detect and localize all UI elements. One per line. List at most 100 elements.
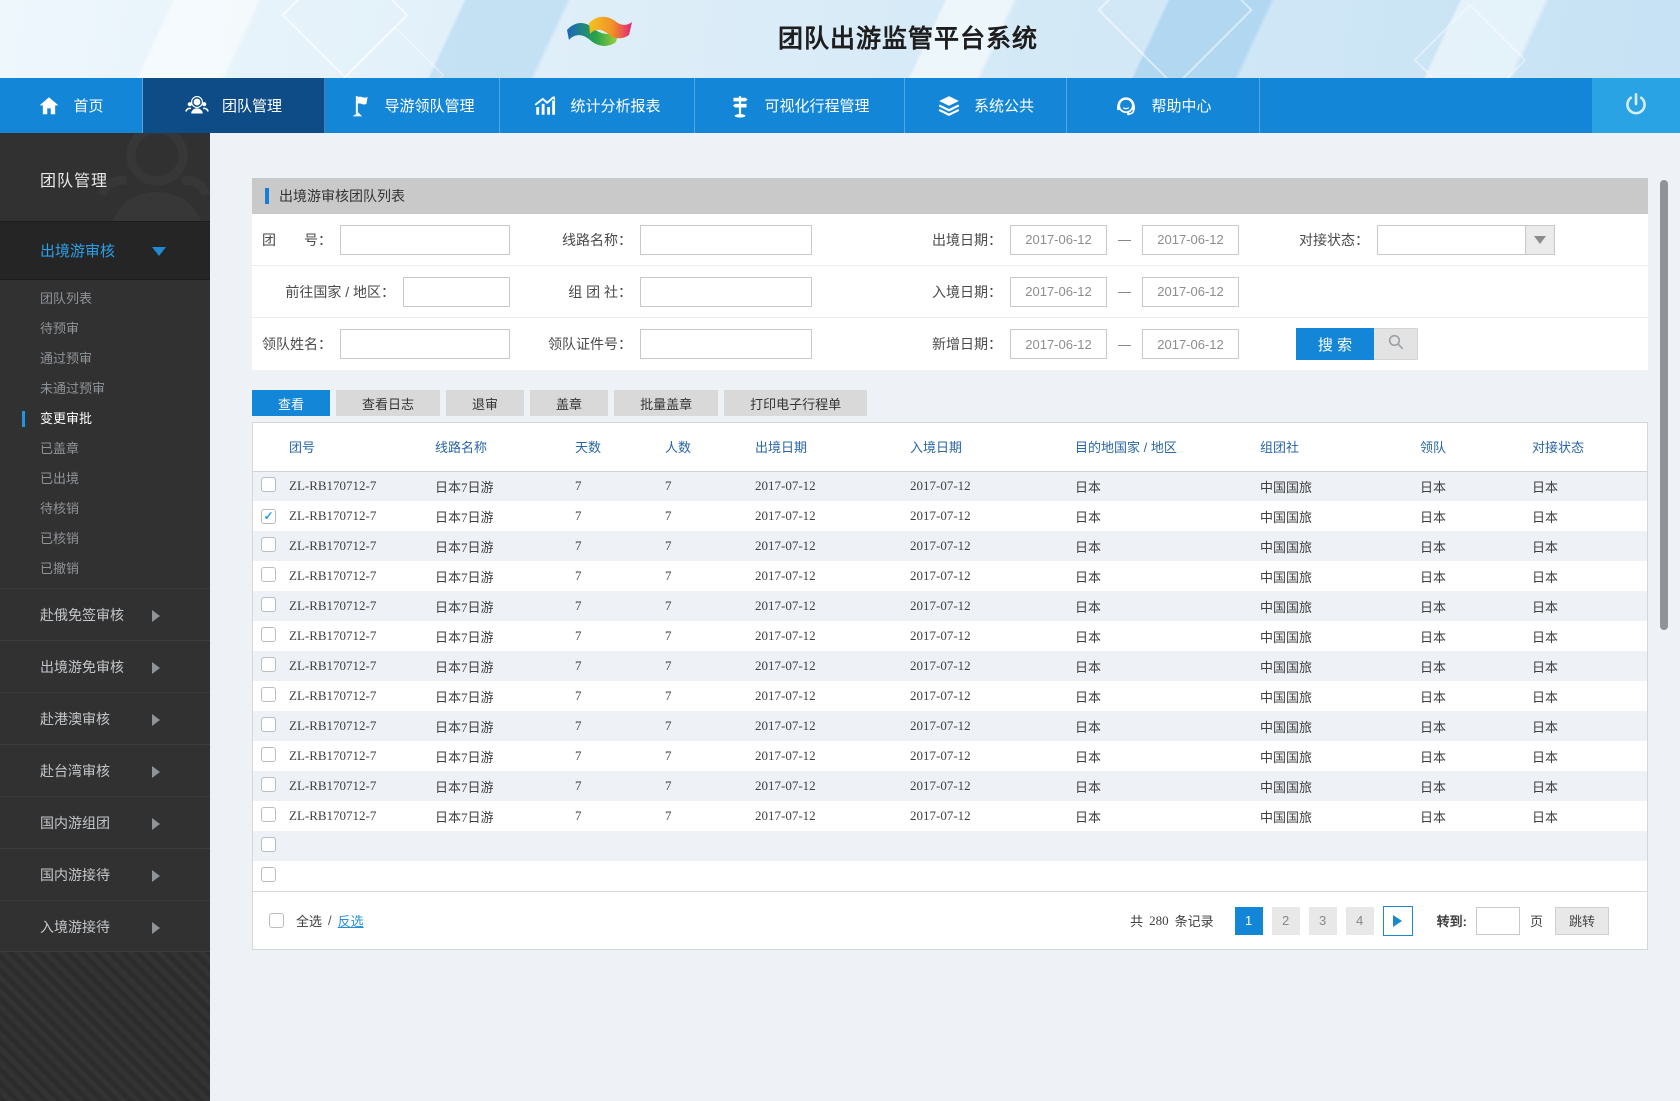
sidebar-group-2[interactable]: 赴港澳审核 (0, 692, 210, 744)
sidebar-subitem-4[interactable]: 变更审批 (0, 404, 210, 434)
row-checkbox[interactable] (261, 596, 276, 612)
chevron-down-icon (152, 247, 166, 256)
form-row: 领队姓名： 领队证件号： 新增日期： — 搜 索 (252, 318, 1648, 370)
added-date-to-input[interactable] (1142, 329, 1239, 359)
sidebar-subitem-5[interactable]: 已盖章 (0, 434, 210, 464)
search-icon-button[interactable] (1374, 328, 1418, 360)
dest-country-input[interactable] (403, 276, 510, 307)
row-checkbox[interactable] (261, 536, 276, 552)
sidebar-subitem-8[interactable]: 已核销 (0, 524, 210, 554)
nav-item-team[interactable]: 团队管理 (143, 78, 325, 133)
select-all-label[interactable]: 全选 (296, 911, 322, 930)
toolbar-button-1[interactable]: 查看日志 (336, 390, 441, 416)
dock-status-value (1377, 224, 1525, 255)
row-checkbox[interactable] (261, 746, 276, 762)
toolbar-button-4[interactable]: 批量盖章 (614, 390, 719, 416)
chevron-right-icon (152, 662, 160, 674)
row-checkbox[interactable] (261, 626, 276, 642)
table-row[interactable]: ZL-RB170712-7 日本7日游 7 7 2017-07-12 2017-07-12… (253, 711, 1647, 741)
sidebar-group-1[interactable]: 出境游免审核 (0, 640, 210, 692)
page-button-1[interactable]: 1 (1234, 906, 1263, 935)
nav-item-chart[interactable]: 统计分析报表 (500, 78, 695, 133)
chevron-right-icon (152, 766, 160, 778)
sidebar-group-6[interactable]: 入境游接待 (0, 900, 210, 952)
select-all-checkbox[interactable] (269, 913, 284, 928)
table-row[interactable]: ZL-RB170712-7 日本7日游 7 7 2017-07-12 2017-07-12… (253, 771, 1647, 801)
table-row[interactable]: ZL-RB170712-7 日本7日游 7 7 2017-07-12 2017-07-12… (253, 591, 1647, 621)
table-cell: 日本 (1075, 719, 1102, 735)
table-row[interactable]: ZL-RB170712-7 日本7日游 7 7 2017-07-12 2017-07-12… (253, 801, 1647, 831)
sidebar-group-5[interactable]: 国内游接待 (0, 848, 210, 900)
table-row[interactable]: ZL-RB170712-7 日本7日游 7 7 2017-07-12 2017-07-12… (253, 621, 1647, 651)
table-cell: ZL-RB170712-7 (289, 628, 377, 643)
page-button-2[interactable]: 2 (1271, 906, 1300, 935)
row-checkbox[interactable] (261, 836, 276, 852)
nav-item-signpost[interactable]: 可视化行程管理 (695, 78, 905, 133)
row-checkbox[interactable] (261, 686, 276, 702)
row-checkbox[interactable] (261, 476, 276, 492)
toolbar-button-2[interactable]: 退审 (446, 390, 525, 416)
sidebar-subitem-2[interactable]: 通过预审 (0, 344, 210, 374)
depart-date-to-input[interactable] (1142, 224, 1239, 255)
dock-status-select[interactable] (1377, 224, 1555, 255)
sidebar-subitem-9[interactable]: 已撤销 (0, 554, 210, 584)
nav-item-layers[interactable]: 系统公共 (905, 78, 1067, 133)
entry-date-to-input[interactable] (1142, 276, 1239, 307)
sidebar-group-outbound-audit[interactable]: 出境游审核 (0, 221, 210, 280)
toolbar-button-5[interactable]: 打印电子行程单 (724, 390, 868, 416)
agency-input[interactable] (640, 276, 812, 307)
goto-page-input[interactable] (1475, 906, 1520, 935)
toolbar-button-3[interactable]: 盖章 (530, 390, 609, 416)
goto-label: 转到: (1436, 914, 1467, 929)
sidebar-group-3[interactable]: 赴台湾审核 (0, 744, 210, 796)
table-row[interactable]: ZL-RB170712-7 日本7日游 7 7 2017-07-12 2017-07-12… (253, 471, 1647, 501)
route-name-input[interactable] (640, 224, 812, 255)
leader-id-input[interactable] (640, 329, 812, 359)
nav-item-home[interactable]: 首页 (0, 78, 143, 133)
nav-item-flag[interactable]: 导游领队管理 (325, 78, 500, 133)
row-checkbox[interactable]: ✓ (261, 509, 276, 524)
next-page-button[interactable] (1382, 905, 1413, 936)
next-page-icon (1393, 914, 1403, 927)
search-button[interactable]: 搜 索 (1296, 328, 1374, 360)
added-date-from-input[interactable] (1010, 329, 1107, 359)
table-row[interactable]: ZL-RB170712-7 日本7日游 7 7 2017-07-12 2017-07-12… (253, 681, 1647, 711)
logout-button[interactable] (1592, 78, 1680, 133)
row-checkbox[interactable] (261, 716, 276, 732)
sidebar-group-4[interactable]: 国内游组团 (0, 796, 210, 848)
page-button-3[interactable]: 3 (1308, 906, 1337, 935)
row-checkbox[interactable] (261, 656, 276, 672)
checkbox-cell (253, 831, 289, 861)
table-row[interactable]: ZL-RB170712-7 日本7日游 7 7 2017-07-12 2017-07-12… (253, 651, 1647, 681)
sidebar-subitem-7[interactable]: 待核销 (0, 494, 210, 524)
leader-name-input[interactable] (340, 329, 510, 359)
row-checkbox[interactable] (261, 776, 276, 792)
table-cell: ZL-RB170712-7 (289, 688, 377, 703)
table-row[interactable]: ZL-RB170712-7 日本7日游 7 7 2017-07-12 2017-07-12… (253, 741, 1647, 771)
entry-date-from-input[interactable] (1010, 276, 1107, 307)
empty-table-row[interactable] (253, 861, 1647, 891)
sidebar-subitem-3[interactable]: 未通过预审 (0, 374, 210, 404)
row-checkbox[interactable] (261, 806, 276, 822)
nav-item-headset[interactable]: 帮助中心 (1067, 78, 1260, 133)
sidebar-subitem-0[interactable]: 团队列表 (0, 284, 210, 314)
page-scrollbar[interactable] (1660, 180, 1668, 630)
depart-date-from-input[interactable] (1010, 224, 1107, 255)
group-no-input[interactable] (340, 224, 510, 255)
select-arrow-box[interactable] (1525, 224, 1555, 255)
page-button-4[interactable]: 4 (1345, 906, 1374, 935)
sidebar-group-0[interactable]: 赴俄免签审核 (0, 588, 210, 640)
toolbar-button-0[interactable]: 查看 (252, 390, 331, 416)
table-row[interactable]: ZL-RB170712-7 日本7日游 7 7 2017-07-12 2017-07-12… (253, 561, 1647, 591)
invert-select-link[interactable]: 反选 (338, 911, 364, 930)
jump-button[interactable]: 跳转 (1554, 906, 1609, 935)
sidebar-subitem-6[interactable]: 已出境 (0, 464, 210, 494)
sidebar-subitem-1[interactable]: 待预审 (0, 314, 210, 344)
row-checkbox[interactable] (261, 566, 276, 582)
table-row[interactable]: ZL-RB170712-7 日本7日游 7 7 2017-07-12 2017-07-12… (253, 531, 1647, 561)
table-cell: 日本 (1532, 749, 1559, 765)
row-checkbox[interactable] (261, 866, 276, 882)
table-row[interactable]: ✓ ZL-RB170712-7 日本7日游 7 7 2017-07-12 2017-07-1… (253, 501, 1647, 531)
headset-icon (1114, 94, 1138, 118)
empty-table-row[interactable] (253, 831, 1647, 861)
